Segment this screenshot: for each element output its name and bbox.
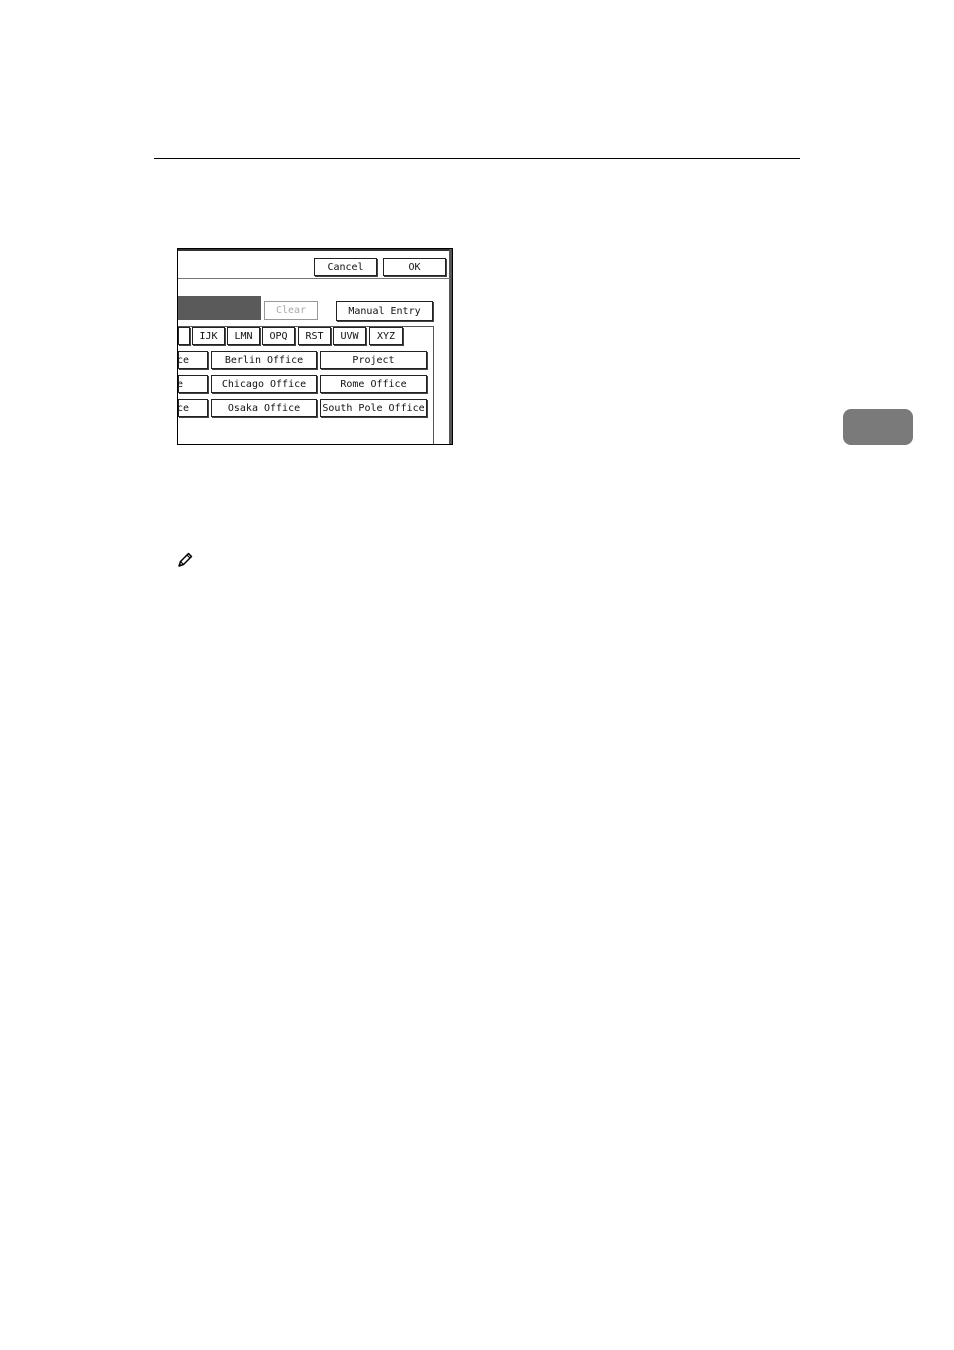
destination-button[interactable]: ce — [178, 351, 208, 369]
index-tab[interactable] — [178, 327, 190, 345]
destination-button-chicago-office[interactable]: Chicago Office — [211, 375, 317, 393]
destination-button-project[interactable]: Project — [320, 351, 427, 369]
index-tab-ijk[interactable]: IJK — [192, 327, 225, 345]
destination-button-south-pole-office[interactable]: South Pole Office — [320, 399, 427, 417]
ok-button[interactable]: OK — [383, 258, 446, 276]
manual-entry-button[interactable]: Manual Entry — [336, 301, 433, 321]
chapter-tab-icon — [843, 409, 913, 445]
destination-button-rome-office[interactable]: Rome Office — [320, 375, 427, 393]
clear-button[interactable]: Clear — [264, 301, 318, 320]
index-tab-opq[interactable]: OPQ — [262, 327, 295, 345]
destination-field — [178, 296, 261, 320]
destination-button-osaka-office[interactable]: Osaka Office — [211, 399, 317, 417]
address-book-screenshot: Cancel OK Clear Manual Entry IJK LMN OPQ… — [177, 248, 453, 445]
destination-button[interactable]: e — [178, 375, 208, 393]
header-rule — [154, 158, 800, 159]
index-tab-lmn[interactable]: LMN — [227, 327, 260, 345]
index-tab-uvw[interactable]: UVW — [333, 327, 366, 345]
index-tab-xyz[interactable]: XYZ — [369, 327, 403, 345]
index-tab-rst[interactable]: RST — [298, 327, 331, 345]
destination-button-berlin-office[interactable]: Berlin Office — [211, 351, 317, 369]
destination-button[interactable]: ce — [178, 399, 208, 417]
cancel-button[interactable]: Cancel — [314, 258, 377, 276]
pencil-icon — [178, 552, 193, 567]
